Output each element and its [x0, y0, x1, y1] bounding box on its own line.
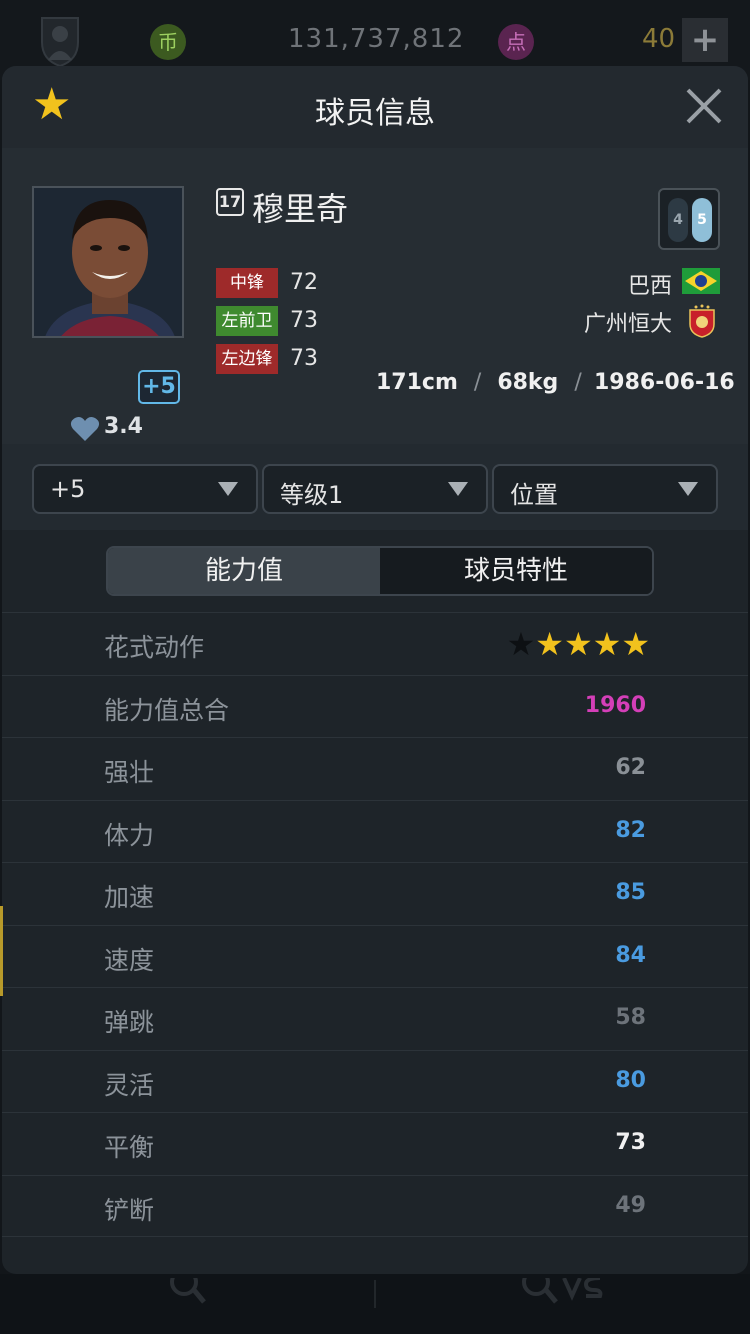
player-rating: 3.4 [104, 414, 143, 439]
heart-icon [70, 417, 100, 441]
chevron-down-icon [218, 482, 238, 496]
player-nation: 巴西 [627, 274, 672, 299]
stat-value: 84 [615, 942, 646, 968]
stat-label: 弹跳 [104, 1008, 155, 1037]
stat-label: 能力值总合 [104, 695, 230, 725]
player-portrait [32, 186, 184, 338]
star-empty-icon: ★ [506, 625, 536, 663]
stat-value: 1960 [584, 692, 646, 718]
player-club: 广州恒大 [583, 312, 672, 337]
stat-label: 加速 [104, 883, 155, 912]
manager-avatar-icon[interactable] [36, 12, 84, 68]
player-name: 穆里奇 [252, 190, 349, 228]
stat-value: 58 [615, 1005, 646, 1030]
enhance-level-badge: +5 [138, 370, 180, 404]
player-summary: +5 3.4 17 穆里奇 4 5 中锋 72 左前卫 73 左边锋 73 巴西… [2, 148, 748, 444]
player-birthday: 1986-06-16 [594, 370, 735, 395]
stat-value: 85 [615, 880, 646, 905]
position-tag: 中锋 [216, 268, 278, 298]
stat-row: 能力值总合 1960 [2, 674, 748, 738]
stat-row-skill-moves: 花式动作 ★★★★★ [2, 612, 748, 675]
point-balance: 40 [642, 24, 676, 54]
player-height: 171cm [376, 370, 458, 395]
stat-label: 花式动作 [104, 633, 205, 662]
tab-ability[interactable]: 能力值 [108, 548, 380, 594]
filter-bar: +5 等级1 位置 [2, 444, 748, 530]
strong-foot-icon: 5 [692, 198, 712, 242]
position-rating: 73 [290, 308, 318, 333]
stat-row: 弹跳 58 [2, 987, 748, 1050]
stat-value: 73 [615, 1130, 646, 1155]
position-tag: 左前卫 [216, 306, 278, 336]
position-tag: 左边锋 [216, 344, 278, 374]
stat-row: 体力 82 [2, 799, 748, 863]
brazil-flag-icon [682, 268, 720, 294]
position-rating: 72 [290, 270, 318, 295]
stat-label: 体力 [104, 820, 155, 850]
screen: 币 131,737,812 点 40 + ★ 球员信息 +5 3.4 17 穆里… [0, 0, 750, 1334]
club-crest-icon [689, 304, 715, 338]
divider: / [473, 370, 482, 395]
add-points-button[interactable]: + [682, 18, 728, 62]
chevron-down-icon [678, 482, 698, 496]
position-rating: 73 [290, 346, 318, 371]
stat-label: 铲断 [104, 1195, 155, 1225]
position-dropdown-value: 位置 [510, 481, 558, 509]
stat-label: 平衡 [104, 1133, 155, 1162]
stat-label: 强壮 [104, 758, 155, 787]
stat-value: 82 [615, 817, 646, 843]
stat-row: 加速 85 [2, 862, 748, 925]
close-icon[interactable] [682, 84, 726, 128]
foot-ability: 4 5 [658, 188, 720, 250]
skill-stars: ★★★★★ [507, 625, 650, 663]
versus-search-icon [522, 1278, 603, 1304]
search-icon [170, 1278, 206, 1304]
player-face-image [34, 188, 182, 336]
stat-value: 80 [615, 1067, 646, 1093]
star-filled-icon: ★ [563, 625, 593, 663]
modal-header: ★ 球员信息 [2, 66, 748, 148]
weak-foot-icon: 4 [668, 198, 688, 242]
stat-value: 62 [615, 755, 646, 780]
stat-value: 49 [615, 1192, 646, 1218]
level-dropdown[interactable]: 等级1 [262, 464, 488, 514]
level-dropdown-value: 等级1 [280, 481, 344, 509]
edge-accent [0, 906, 3, 996]
body-stats: 171cm / 68kg / [376, 370, 598, 395]
tab-traits[interactable]: 球员特性 [380, 548, 652, 594]
enhance-dropdown-value: +5 [50, 475, 86, 503]
stat-row: 平衡 73 [2, 1112, 748, 1175]
enhance-dropdown[interactable]: +5 [32, 464, 258, 514]
stat-row: 铲断 49 [2, 1174, 748, 1237]
point-icon: 点 [498, 24, 534, 60]
season-badge: 17 [216, 188, 244, 216]
stat-label: 速度 [104, 945, 155, 975]
coin-icon: 币 [150, 24, 186, 60]
position-dropdown[interactable]: 位置 [492, 464, 718, 514]
tab-bar: 能力值 球员特性 [106, 546, 654, 596]
stat-label: 灵活 [104, 1070, 155, 1100]
divider [374, 1280, 376, 1308]
star-filled-icon: ★ [621, 625, 650, 663]
stat-list: 花式动作 ★★★★★ 能力值总合 1960 强壮 62 体力 82 加速 85 … [2, 612, 748, 1237]
chevron-down-icon [448, 482, 468, 496]
coin-balance: 131,737,812 [288, 24, 465, 54]
star-filled-icon: ★ [592, 625, 622, 663]
player-info-modal: ★ 球员信息 +5 3.4 17 穆里奇 4 5 中锋 72 左前卫 73 左边… [2, 66, 748, 1274]
modal-title: 球员信息 [315, 96, 435, 131]
stat-row: 强壮 62 [2, 737, 748, 800]
player-weight: 68kg [497, 370, 559, 395]
divider: / [574, 370, 582, 395]
stat-row: 速度 84 [2, 924, 748, 988]
stat-row: 灵活 80 [2, 1049, 748, 1113]
star-filled-icon: ★ [535, 625, 564, 663]
background-nav-bar [0, 1274, 750, 1334]
